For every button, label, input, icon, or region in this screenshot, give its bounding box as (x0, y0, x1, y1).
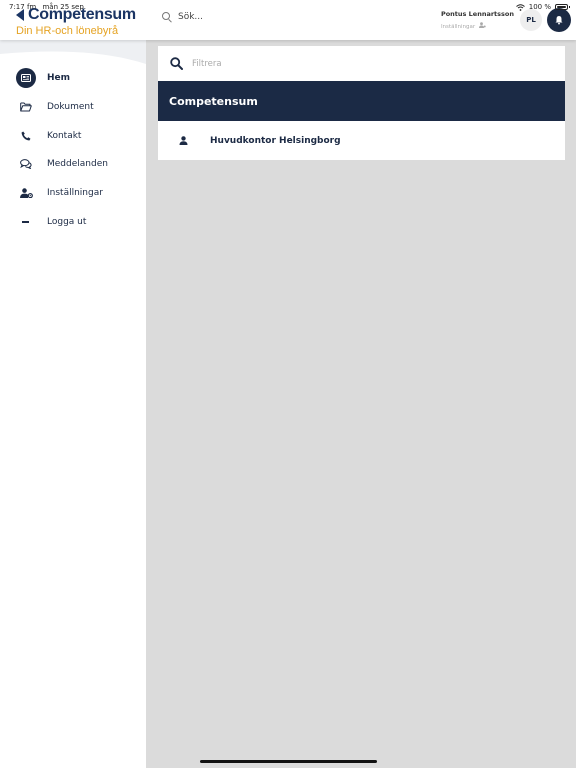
main-content: Competensum Huvudkontor Helsingborg (146, 40, 576, 768)
sidebar-item-label: Logga ut (47, 216, 87, 227)
folder-icon (16, 97, 36, 117)
company-header[interactable]: Competensum (158, 81, 565, 121)
sidebar-item-hem[interactable]: Hem (0, 64, 146, 93)
filter-bar (158, 46, 565, 81)
user-gear-icon (16, 183, 36, 203)
chat-icon (16, 154, 36, 174)
home-card-icon (16, 68, 36, 89)
avatar[interactable]: PL (520, 9, 542, 31)
sidebar-item-installningar[interactable]: Inställningar (0, 179, 146, 208)
sidebar-item-kontakt[interactable]: Kontakt (0, 121, 146, 150)
sidebar-item-logga-ut[interactable]: Logga ut (0, 207, 146, 236)
user-menu[interactable]: Pontus Lennartsson Inställningar (441, 10, 514, 30)
user-settings-label: Inställningar (440, 24, 476, 30)
battery-percent: 100 % (528, 3, 551, 11)
global-search[interactable]: Sök... (162, 12, 203, 22)
office-name: Huvudkontor Helsingborg (210, 135, 341, 146)
sidebar-item-label: Meddelanden (47, 159, 108, 170)
battery-icon (555, 4, 570, 10)
sidebar-item-label: Hem (47, 73, 71, 84)
minus-icon (16, 212, 36, 232)
app-header: Competensum Din HR-och lönebyrå Sök... P… (0, 0, 576, 40)
wifi-icon (515, 3, 525, 11)
user-gear-small-icon (478, 22, 486, 28)
status-bar-left: 7:17 fm mån 25 sep. (9, 3, 86, 11)
status-time: 7:17 fm (9, 3, 37, 11)
sidebar-item-label: Inställningar (47, 188, 103, 199)
list-item[interactable]: Huvudkontor Helsingborg (158, 121, 565, 160)
search-icon (170, 57, 183, 70)
sidebar-menu: Hem Dokument Kontakt Meddelanden Inställ… (0, 64, 146, 236)
company-name: Competensum (169, 94, 258, 108)
user-name: Pontus Lennartsson (440, 10, 514, 18)
status-date: mån 25 sep. (42, 3, 86, 11)
home-indicator[interactable] (200, 760, 377, 763)
search-icon (162, 12, 172, 22)
sidebar-item-label: Dokument (47, 102, 94, 113)
user-settings-link[interactable]: Inställningar (441, 22, 514, 30)
notifications-button[interactable] (547, 8, 571, 32)
sidebar-item-meddelanden[interactable]: Meddelanden (0, 150, 146, 179)
sidebar-item-label: Kontakt (47, 130, 82, 141)
search-placeholder: Sök... (178, 12, 204, 22)
phone-icon (16, 126, 36, 146)
logo-tagline: Din HR-och lönebyrå (16, 25, 119, 37)
sidebar-item-dokument[interactable]: Dokument (0, 93, 146, 122)
status-bar-right: 100 % (515, 3, 570, 11)
filter-input[interactable] (192, 58, 552, 69)
sidebar-header-curve (0, 40, 146, 64)
bell-icon (555, 16, 563, 25)
person-icon (179, 136, 188, 145)
